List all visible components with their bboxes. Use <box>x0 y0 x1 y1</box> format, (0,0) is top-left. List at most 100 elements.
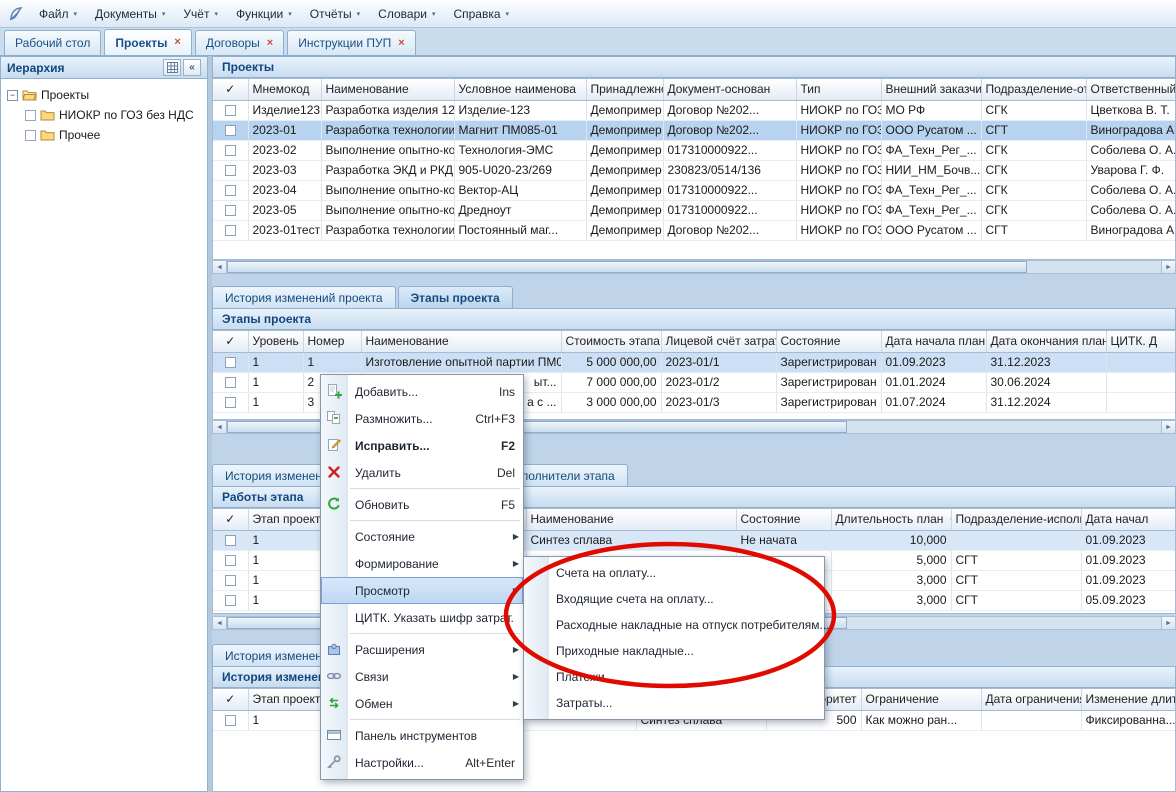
column-header[interactable]: Ограничение <box>861 689 981 710</box>
tree-checkbox[interactable] <box>25 110 36 121</box>
context-menu-item[interactable]: Просмотр▶ <box>321 577 523 604</box>
table-row[interactable]: 11Изготовление опытной партии ПМ0...5 00… <box>213 352 1176 372</box>
row-checkbox[interactable] <box>225 205 236 216</box>
column-header[interactable]: Уровень <box>248 331 303 352</box>
row-checkbox[interactable] <box>225 105 236 116</box>
column-header[interactable]: Стоимость этапа <box>561 331 661 352</box>
column-header[interactable]: Мнемокод <box>248 79 321 100</box>
table-row[interactable]: 2023-01Разработка технологии и...Магнит … <box>213 120 1176 140</box>
tree-grid-view-icon[interactable] <box>163 59 181 76</box>
row-checkbox[interactable] <box>225 145 236 156</box>
row-checkbox[interactable] <box>225 125 236 136</box>
table-row[interactable]: Изделие123Разработка изделия 123Изделие-… <box>213 100 1176 120</box>
row-checkbox[interactable] <box>225 357 236 368</box>
table-row[interactable]: 2023-05Выполнение опытно-конс...Дредноут… <box>213 200 1176 220</box>
context-menu-item[interactable]: Настройки...Alt+Enter <box>321 749 523 776</box>
column-header[interactable]: Дата начала план <box>881 331 986 352</box>
row-checkbox[interactable] <box>225 715 236 726</box>
close-tab-icon[interactable]: × <box>398 38 404 49</box>
close-tab-icon[interactable]: × <box>174 37 180 48</box>
column-header[interactable]: Ответственный <box>1086 79 1176 100</box>
tree-checkbox[interactable] <box>25 130 36 141</box>
menubar-item-5[interactable]: Отчёты▾ <box>301 3 369 25</box>
context-menu-item[interactable]: Обмен▶ <box>321 690 523 717</box>
menubar-item-3[interactable]: Учёт▾ <box>174 3 227 25</box>
row-checkbox[interactable] <box>225 595 236 606</box>
context-menu-item[interactable]: Расширения▶ <box>321 636 523 663</box>
column-header[interactable]: Состояние <box>736 509 831 530</box>
collapse-panel-icon[interactable]: « <box>183 59 201 76</box>
workspace-tab[interactable]: Инструкции ПУП× <box>287 30 415 55</box>
column-header[interactable]: Изменение длите <box>1081 689 1176 710</box>
context-menu-item[interactable]: Панель инструментов <box>321 722 523 749</box>
tree-node[interactable]: −Проекты <box>1 85 207 105</box>
row-checkbox[interactable] <box>225 225 236 236</box>
select-all-header[interactable]: ✓ <box>213 689 248 710</box>
table-row[interactable]: 2023-04Выполнение опытно-конс...Вектор-А… <box>213 180 1176 200</box>
menubar-item-2[interactable]: Документы▾ <box>86 3 174 25</box>
scroll-right-icon[interactable]: ► <box>1161 421 1175 433</box>
column-header[interactable]: Подразделение-от <box>981 79 1086 100</box>
scroll-right-icon[interactable]: ► <box>1161 617 1175 629</box>
scroll-left-icon[interactable]: ◄ <box>213 261 227 273</box>
table-row[interactable]: 2023-02Выполнение опытно-конс...Технолог… <box>213 140 1176 160</box>
scrollbar-thumb[interactable] <box>227 261 1027 273</box>
column-header[interactable]: Дата ограничения <box>981 689 1081 710</box>
column-header[interactable]: Тип <box>796 79 881 100</box>
context-menu-item[interactable]: Связи▶ <box>321 663 523 690</box>
scroll-left-icon[interactable]: ◄ <box>213 617 227 629</box>
row-checkbox[interactable] <box>225 555 236 566</box>
table-row[interactable]: 2023-03Разработка ЭКД и РКД н...905-U020… <box>213 160 1176 180</box>
column-header[interactable]: Дата начал <box>1081 509 1176 530</box>
row-checkbox[interactable] <box>225 165 236 176</box>
select-all-header[interactable]: ✓ <box>213 79 248 100</box>
menubar-item-4[interactable]: Функции▾ <box>227 3 301 25</box>
submenu-item[interactable]: Расходные накладные на отпуск потребител… <box>524 612 824 638</box>
column-header[interactable]: Лицевой счёт затрат. <box>661 331 776 352</box>
context-menu-item[interactable]: ЦИТК. Указать шифр затрат.. <box>321 604 523 631</box>
workspace-tab[interactable]: Договоры× <box>195 30 284 55</box>
section-tab[interactable]: Этапы проекта <box>398 286 513 308</box>
column-header[interactable]: Состояние <box>776 331 881 352</box>
row-checkbox[interactable] <box>225 575 236 586</box>
tree-node[interactable]: НИОКР по ГОЗ без НДС <box>1 105 207 125</box>
projects-horizontal-scrollbar[interactable]: ◄ ► <box>212 260 1176 274</box>
tree-node[interactable]: Прочее <box>1 125 207 145</box>
row-checkbox[interactable] <box>225 185 236 196</box>
column-header[interactable]: Наименование <box>361 331 561 352</box>
column-header[interactable]: Условное наименова <box>454 79 586 100</box>
context-menu-item[interactable]: ОбновитьF5 <box>321 491 523 518</box>
row-checkbox[interactable] <box>225 397 236 408</box>
submenu-item[interactable]: Счета на оплату... <box>524 560 824 586</box>
column-header[interactable]: Принадлежность <box>586 79 663 100</box>
close-tab-icon[interactable]: × <box>267 38 273 49</box>
menubar-item-1[interactable]: Файл▾ <box>30 3 86 25</box>
column-header[interactable]: Длительность план ▼ <box>831 509 951 530</box>
workspace-tab[interactable]: Проекты× <box>104 29 192 55</box>
menubar-item-6[interactable]: Словари▾ <box>369 3 444 25</box>
menubar-item-7[interactable]: Справка▾ <box>444 3 518 25</box>
section-tab[interactable]: История изменений проекта <box>212 286 396 308</box>
row-checkbox[interactable] <box>225 377 236 388</box>
scroll-right-icon[interactable]: ► <box>1161 261 1175 273</box>
context-menu-item[interactable]: Формирование▶ <box>321 550 523 577</box>
select-all-header[interactable]: ✓ <box>213 331 248 352</box>
tree-toggle-icon[interactable]: − <box>7 90 18 101</box>
column-header[interactable]: Номер <box>303 331 361 352</box>
context-menu-item[interactable]: Исправить...F2 <box>321 432 523 459</box>
submenu-item[interactable]: Приходные накладные... <box>524 638 824 664</box>
context-menu-item[interactable]: УдалитьDel <box>321 459 523 486</box>
context-menu-item[interactable]: Состояние▶ <box>321 523 523 550</box>
workspace-tab[interactable]: Рабочий стол <box>4 30 101 55</box>
scroll-left-icon[interactable]: ◄ <box>213 421 227 433</box>
context-menu-item[interactable]: Размножить...Ctrl+F3 <box>321 405 523 432</box>
column-header[interactable]: Наименование <box>526 509 736 530</box>
table-row[interactable]: 2023-01тестРазработка технологии и...Пос… <box>213 220 1176 240</box>
column-header[interactable]: Подразделение-исполнитель.. <box>951 509 1081 530</box>
submenu-item[interactable]: Платежи... <box>524 664 824 690</box>
column-header[interactable]: Наименование <box>321 79 454 100</box>
select-all-header[interactable]: ✓ <box>213 509 248 530</box>
column-header[interactable]: Документ-основан <box>663 79 796 100</box>
column-header[interactable]: Внешний заказчик <box>881 79 981 100</box>
row-checkbox[interactable] <box>225 535 236 546</box>
